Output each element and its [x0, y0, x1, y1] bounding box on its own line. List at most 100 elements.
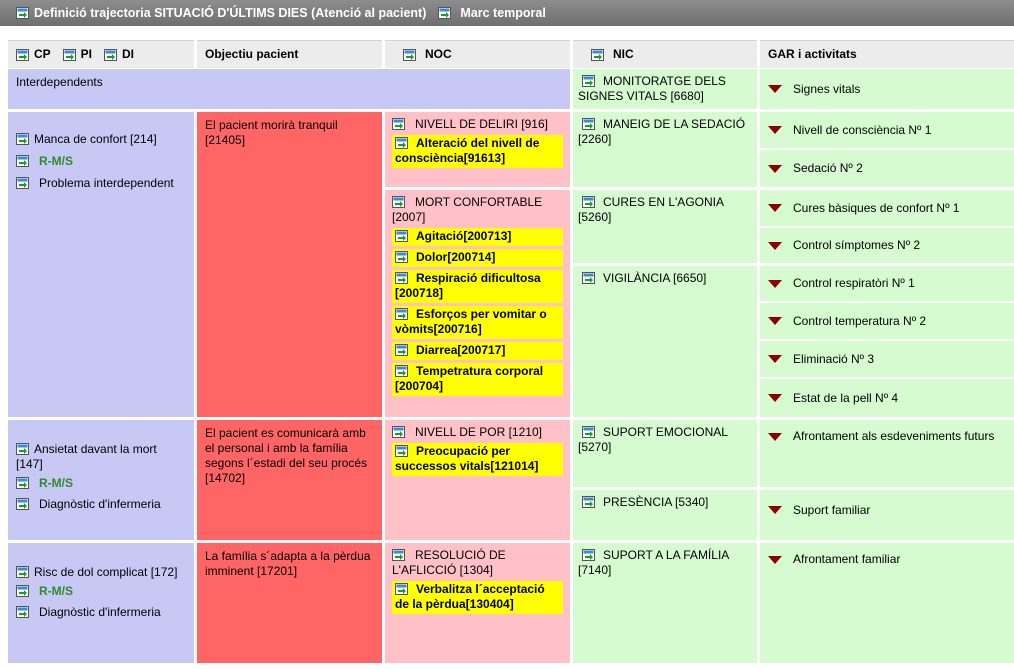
objectiu-text: El pacient es comunicarà amb el personal…	[205, 426, 368, 485]
go-arrow-icon	[16, 477, 29, 489]
go-arrow-icon	[392, 196, 405, 208]
noc-item[interactable]: RESOLUCIÓ DE L'AFLICCIÓ [1304]	[392, 548, 563, 578]
nic-cell: PRESÈNCIA [5340]	[573, 490, 757, 540]
indicator-item[interactable]: Esforços per vomitar o vòmits[200716]	[392, 306, 563, 339]
pi-header[interactable]: PI	[62, 47, 92, 62]
noc-label: NIVELL DE DELIRI [916]	[415, 117, 548, 131]
cp-name: Ansietat davant la mort [147]	[16, 442, 157, 471]
gar-label: Control temperatura Nº 2	[793, 313, 927, 328]
indicator-item[interactable]: Verbalitza l´acceptació de la pèrdua[130…	[392, 581, 563, 614]
expand-triangle-icon[interactable]	[768, 317, 782, 325]
gar-item[interactable]: Estat de la pell Nº 4	[760, 379, 1014, 417]
gar-item[interactable]: Control temperatura Nº 2	[760, 303, 1014, 339]
cp-name-row[interactable]: Manca de confort [214]	[16, 132, 186, 147]
go-arrow-icon[interactable]	[16, 7, 29, 19]
indicator-item[interactable]: Alteració del nivell de consciència[9161…	[392, 135, 563, 168]
indicator-item[interactable]: Respiració dificultosa [200718]	[392, 270, 563, 303]
expand-triangle-icon[interactable]	[768, 506, 782, 514]
expand-triangle-icon[interactable]	[768, 204, 782, 212]
header-nic[interactable]: NIC	[573, 40, 757, 68]
go-arrow-icon	[582, 549, 595, 561]
di-header[interactable]: DI	[104, 47, 134, 62]
nic-item[interactable]: MANEIG DE LA SEDACIÓ [2260]	[573, 112, 757, 152]
indicator-item[interactable]: Preocupació per successos vitals[121014]	[392, 443, 563, 476]
expand-triangle-icon[interactable]	[768, 241, 782, 250]
header-noc[interactable]: NOC	[385, 40, 570, 68]
cp-type-row[interactable]: Diagnòstic d'infermeria	[16, 605, 186, 620]
nic-item[interactable]: VIGILÀNCIA [6650]	[573, 266, 757, 291]
nic-item[interactable]: SUPORT A LA FAMÍLIA [7140]	[573, 543, 757, 583]
cp-type-row[interactable]: Diagnòstic d'infermeria	[16, 497, 186, 512]
expand-triangle-icon[interactable]	[768, 126, 782, 134]
go-arrow-icon	[16, 443, 29, 455]
cp-type-row[interactable]: Problema interdependent	[16, 176, 186, 191]
gar-item[interactable]: Suport familiar	[760, 490, 1014, 540]
gar-label: Nivell de consciència Nº 1	[793, 122, 932, 137]
indicator-item[interactable]: Dolor[200714]	[392, 249, 563, 267]
noc-item[interactable]: NIVELL DE POR [1210]	[392, 425, 563, 440]
go-arrow-icon	[582, 75, 595, 87]
noc-label: MORT CONFORTABLE [2007]	[392, 195, 543, 224]
gar-item[interactable]: Eliminació Nº 3	[760, 341, 1014, 377]
gar-item[interactable]: Sedació Nº 2	[760, 150, 1014, 187]
gar-item[interactable]: Control símptomes Nº 2	[760, 228, 1014, 263]
gar-item[interactable]: Afrontament familiar	[760, 543, 1014, 567]
objectiu-label: Objectiu pacient	[205, 47, 299, 61]
cp-tag-row[interactable]: R-M/S	[16, 584, 186, 599]
gar-label: Estat de la pell Nº 4	[793, 390, 899, 405]
gar-item[interactable]: Signes vitals	[760, 69, 1014, 109]
go-arrow-icon	[395, 308, 408, 320]
cp-tag: R-M/S	[39, 584, 73, 598]
go-arrow-icon	[403, 48, 416, 61]
go-arrow-icon	[16, 566, 29, 578]
nic-label: MANEIG DE LA SEDACIÓ [2260]	[578, 117, 746, 146]
cp-name-row[interactable]: Risc de dol complicat [172]	[16, 565, 186, 580]
indicator-label: Esforços per vomitar o vòmits[200716]	[395, 307, 547, 336]
cp-tag-row[interactable]: R-M/S	[16, 154, 186, 169]
nic-label: MONITORATGE DELS SIGNES VITALS [6680]	[578, 74, 726, 103]
go-arrow-icon	[392, 549, 405, 561]
care-plan-table: CP PI DI Objectiu pacient NOC NIC GAR i …	[0, 26, 1014, 669]
go-arrow-icon[interactable]	[438, 7, 452, 19]
indicator-item[interactable]: Diarrea[200717]	[392, 342, 563, 360]
objectiu-cell: La família s´adapta a la pèrdua imminent…	[197, 543, 382, 663]
expand-triangle-icon[interactable]	[768, 279, 782, 288]
indicator-label: Tempetratura corporal [200704]	[395, 364, 544, 393]
gar-item[interactable]: Afrontament als esdeveniments futurs	[760, 420, 1014, 444]
cp-header[interactable]: CP	[16, 47, 51, 62]
expand-triangle-icon[interactable]	[768, 164, 782, 173]
expand-triangle-icon[interactable]	[768, 394, 782, 402]
gar-label: Afrontament als esdeveniments futurs	[793, 429, 995, 443]
objectiu-cell: El pacient morirà tranquil [21405]	[197, 112, 382, 417]
objectiu-text: La família s´adapta a la pèrdua imminent…	[205, 549, 371, 578]
nic-item[interactable]: SUPORT EMOCIONAL [5270]	[573, 420, 757, 460]
cp-tag: R-M/S	[39, 154, 73, 168]
gar-item[interactable]: Nivell de consciència Nº 1	[760, 112, 1014, 148]
expand-triangle-icon[interactable]	[768, 432, 782, 441]
go-arrow-icon	[582, 196, 595, 208]
noc-item[interactable]: NIVELL DE DELIRI [916]	[392, 117, 563, 132]
go-arrow-icon	[16, 155, 29, 167]
noc-item[interactable]: MORT CONFORTABLE [2007]	[392, 195, 563, 225]
gar-item[interactable]: Cures bàsiques de confort Nº 1	[760, 190, 1014, 226]
cp-name-row[interactable]: Ansietat davant la mort [147]	[16, 442, 186, 472]
indicator-item[interactable]: Tempetratura corporal [200704]	[392, 363, 563, 396]
expand-triangle-icon[interactable]	[768, 355, 782, 363]
nic-item[interactable]: CURES EN L'AGONIA [5260]	[573, 190, 757, 230]
nic-label: SUPORT EMOCIONAL [5270]	[578, 425, 728, 454]
go-arrow-icon	[395, 251, 408, 263]
nic-item[interactable]: MONITORATGE DELS SIGNES VITALS [6680]	[573, 69, 757, 109]
cp-tag-row[interactable]: R-M/S	[16, 476, 186, 491]
nic-item[interactable]: PRESÈNCIA [5340]	[573, 490, 757, 515]
indicator-item[interactable]: Agitació[200713]	[392, 228, 563, 246]
expand-triangle-icon[interactable]	[768, 555, 782, 564]
marc-temporal-link[interactable]: Marc temporal	[460, 6, 545, 20]
nic-label: VIGILÀNCIA [6650]	[603, 271, 707, 285]
gar-item[interactable]: Control respiratòri Nº 1	[760, 266, 1014, 301]
expand-triangle-icon[interactable]	[768, 85, 782, 93]
gar-label: Control símptomes Nº 2	[793, 238, 921, 252]
gar-label: Signes vitals	[793, 81, 861, 96]
indicator-label: Diarrea[200717]	[416, 343, 506, 357]
nic-label: SUPORT A LA FAMÍLIA [7140]	[578, 548, 729, 577]
go-arrow-icon	[591, 48, 604, 61]
